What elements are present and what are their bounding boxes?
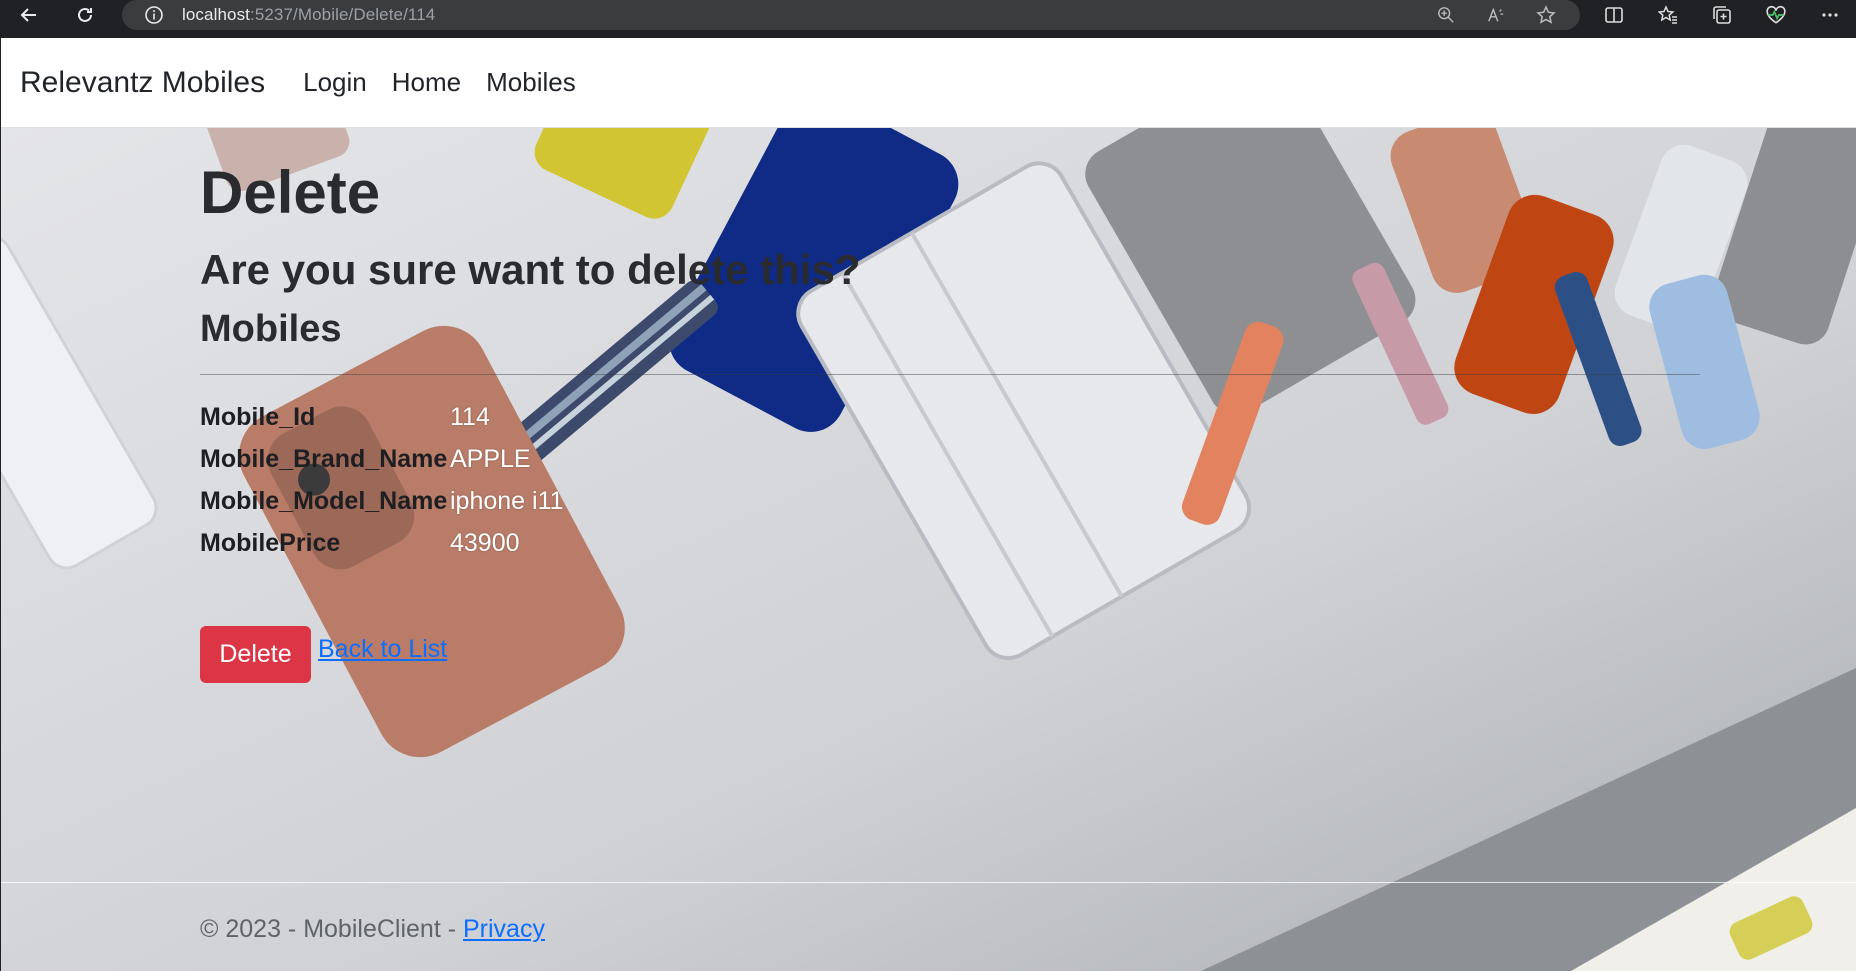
brand-link[interactable]: Relevantz Mobiles [20,66,265,100]
nav-mobiles[interactable]: Mobiles [486,67,576,98]
split-screen-icon[interactable] [1602,3,1626,27]
collections-icon[interactable] [1710,3,1734,27]
info-icon[interactable] [142,3,166,27]
detail-value: APPLE [450,445,531,473]
nav-login[interactable]: Login [303,67,367,98]
favorites-icon[interactable] [1656,3,1680,27]
back-arrow-icon[interactable] [14,0,44,30]
browser-toolbar: localhost:5237/Mobile/Delete/114 [0,0,1856,30]
privacy-link[interactable]: Privacy [463,915,545,943]
detail-label: Mobile_Model_Name [200,487,448,515]
zoom-icon[interactable] [1434,3,1458,27]
confirm-heading: Are you sure want to delete this? [200,246,861,293]
footer-divider [1,882,1856,883]
detail-value: 43900 [450,529,520,557]
read-aloud-icon[interactable] [1484,3,1508,27]
nav-home[interactable]: Home [392,67,461,98]
url-text: localhost:5237/Mobile/Delete/114 [182,5,436,24]
divider [200,374,1700,375]
footer: © 2023 - MobileClient - Privacy [200,915,545,944]
entity-heading: Mobiles [200,308,342,350]
reload-icon[interactable] [70,0,100,30]
page-title: Delete [200,159,381,226]
back-to-list-link[interactable]: Back to List [318,635,447,664]
detail-label: Mobile_Id [200,403,316,431]
delete-button[interactable]: Delete [200,626,311,683]
address-bar[interactable]: localhost:5237/Mobile/Delete/114 [122,0,1580,30]
favorite-star-icon[interactable] [1534,3,1558,27]
site-navbar: Relevantz Mobiles Login Home Mobiles [1,38,1856,128]
health-icon[interactable] [1764,3,1788,27]
nav-links: Login Home Mobiles [303,67,576,98]
detail-label: Mobile_Brand_Name [200,445,448,473]
footer-text: © 2023 - MobileClient - [200,915,463,943]
detail-label: MobilePrice [200,529,341,557]
more-menu-icon[interactable] [1818,3,1842,27]
detail-value: 114 [450,403,490,431]
detail-value: iphone i11 [450,487,564,515]
